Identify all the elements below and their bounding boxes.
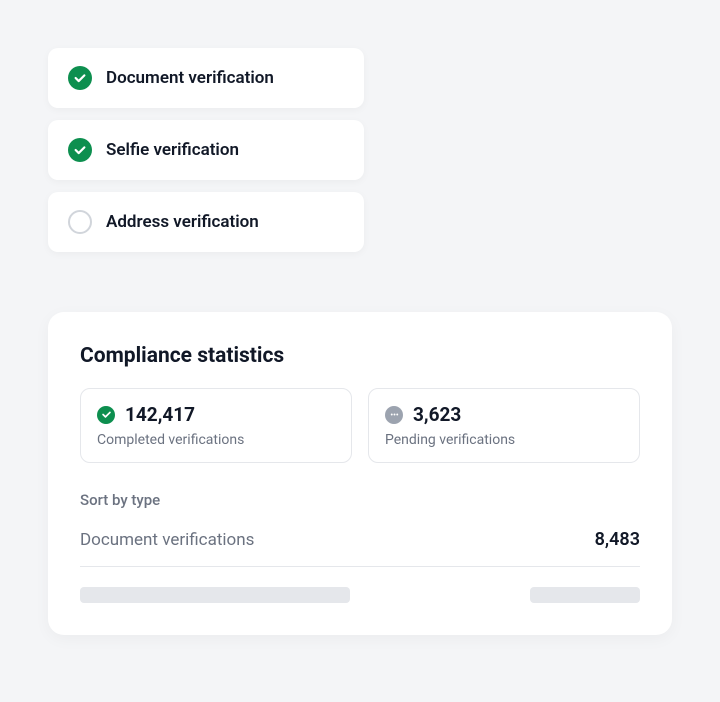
step-label: Document verification bbox=[106, 68, 274, 88]
pending-count: 3,623 bbox=[413, 403, 461, 426]
stats-cards-row: 142,417 Completed verifications 3,623 Pe… bbox=[80, 388, 640, 463]
skeleton-row bbox=[80, 587, 640, 603]
check-icon bbox=[68, 66, 92, 90]
type-name: Document verifications bbox=[80, 530, 254, 550]
check-icon bbox=[68, 138, 92, 162]
unchecked-circle-icon bbox=[68, 210, 92, 234]
skeleton-placeholder bbox=[530, 587, 640, 603]
stats-title: Compliance statistics bbox=[80, 344, 640, 368]
completed-verifications-card[interactable]: 142,417 Completed verifications bbox=[80, 388, 352, 463]
pending-label: Pending verifications bbox=[385, 432, 623, 448]
pending-verifications-card[interactable]: 3,623 Pending verifications bbox=[368, 388, 640, 463]
step-label: Address verification bbox=[106, 212, 259, 232]
type-count: 8,483 bbox=[595, 529, 640, 550]
step-selfie-verification[interactable]: Selfie verification bbox=[48, 120, 364, 180]
check-icon bbox=[97, 406, 115, 424]
completed-label: Completed verifications bbox=[97, 432, 335, 448]
pending-icon bbox=[385, 406, 403, 424]
step-address-verification[interactable]: Address verification bbox=[48, 192, 364, 252]
skeleton-placeholder bbox=[80, 587, 350, 603]
completed-count: 142,417 bbox=[125, 403, 195, 426]
step-document-verification[interactable]: Document verification bbox=[48, 48, 364, 108]
type-row-document[interactable]: Document verifications 8,483 bbox=[80, 529, 640, 567]
sort-by-type-label[interactable]: Sort by type bbox=[80, 491, 640, 509]
step-label: Selfie verification bbox=[106, 140, 239, 160]
compliance-statistics-panel: Compliance statistics 142,417 Completed … bbox=[48, 312, 672, 635]
verification-steps-list: Document verification Selfie verificatio… bbox=[48, 48, 672, 252]
